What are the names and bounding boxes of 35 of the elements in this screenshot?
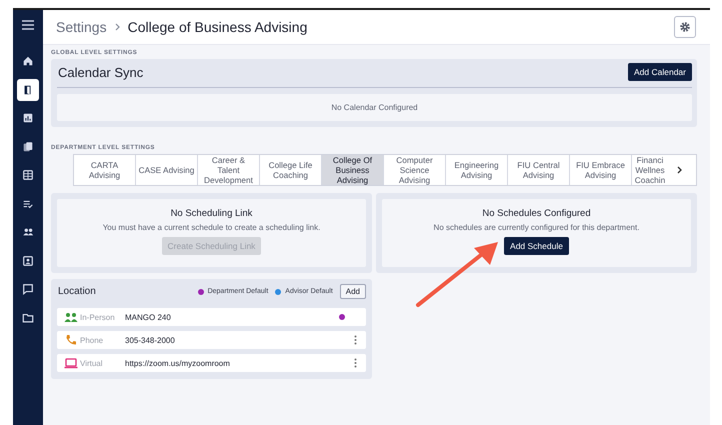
empty-message: No Calendar Configured — [57, 94, 692, 121]
laptop-icon — [64, 358, 78, 368]
breadcrumb-link[interactable]: Settings — [56, 19, 107, 35]
card-message: No schedules are currently configured for this department. — [434, 223, 640, 232]
add-location-button[interactable]: Add — [340, 284, 366, 299]
card-title: Calendar Sync — [58, 64, 144, 80]
more-icon[interactable] — [354, 335, 357, 345]
gear-icon[interactable] — [679, 21, 691, 33]
location-value: MANGO 240 — [125, 312, 172, 322]
location-type: Virtual — [80, 358, 104, 368]
chevron-icon — [114, 23, 120, 31]
location-row[interactable]: Virtual https://zoom.us/myzoomroom — [57, 354, 366, 372]
phone-icon — [64, 334, 78, 346]
card-title: Location — [58, 286, 97, 297]
card-title: No Schedules Configured — [482, 208, 591, 219]
location-row[interactable]: In-Person MANGO 240 — [57, 308, 366, 326]
card-title: No Scheduling Link — [170, 208, 252, 219]
location-type: In-Person — [80, 312, 116, 322]
chevron-right-icon[interactable] — [676, 166, 682, 174]
settings-button[interactable] — [674, 16, 696, 38]
page-title: College of Business Advising — [128, 19, 308, 35]
location-type: Phone — [80, 336, 104, 344]
menu-icon[interactable] — [21, 18, 35, 32]
location-value: https://zoom.us/myzoomroom — [125, 358, 231, 368]
add-calendar-button[interactable]: Add Calendar — [628, 63, 692, 81]
people-icon — [64, 312, 78, 322]
department-tab[interactable]: College Of Business Advising — [322, 155, 384, 185]
door-icon[interactable] — [17, 78, 39, 100]
card-message: You must have a current schedule to create a scheduling link. — [102, 223, 320, 232]
add-schedule-button[interactable]: Add Schedule — [504, 237, 569, 255]
location-value: 305-348-2000 — [125, 336, 176, 344]
location-row[interactable]: Phone 305-348-2000 — [57, 331, 366, 349]
department-tab[interactable]: CASE Advising — [136, 155, 198, 185]
more-icon[interactable] — [354, 358, 357, 368]
department-tab[interactable]: Financi Wellnes Coachin — [632, 155, 668, 185]
